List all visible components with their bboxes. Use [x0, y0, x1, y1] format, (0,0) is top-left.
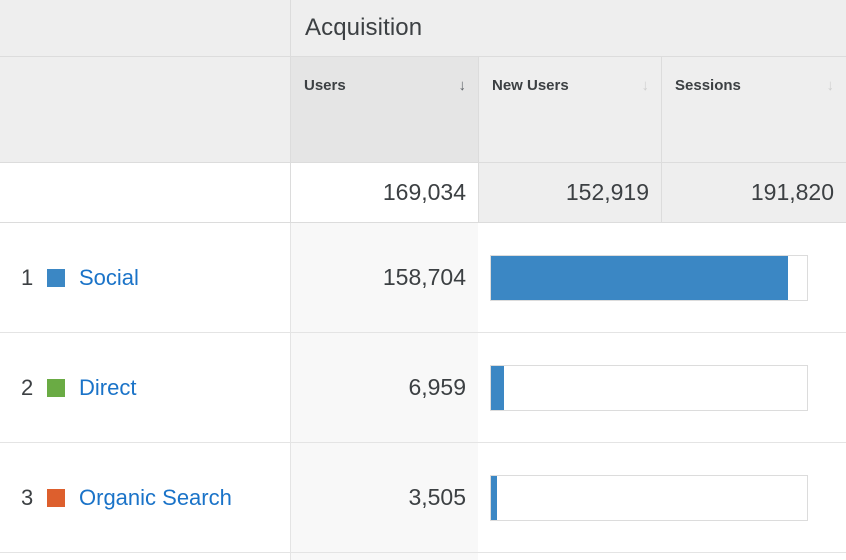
bar-track — [490, 474, 808, 521]
column-header-row: Users ↓ New Users ↓ Sessions ↓ — [0, 57, 846, 162]
row-rank: 1 — [21, 264, 34, 290]
bar-fill — [491, 475, 498, 520]
dimension-cell: 3 Organic Search — [0, 443, 291, 552]
totals-new-users-value: 152,919 — [478, 163, 661, 222]
sort-descending-arrow-icon-sessions[interactable]: ↓ — [827, 77, 835, 95]
dimension-link[interactable]: Organic Search — [79, 485, 232, 511]
column-header-users-label: Users — [304, 77, 346, 94]
bar-fill — [491, 255, 789, 300]
column-header-sessions-label: Sessions — [675, 77, 741, 94]
users-value-cell: 6,959 — [291, 333, 478, 442]
column-header-users[interactable]: Users ↓ — [291, 57, 478, 162]
dimension-cell: 2 Direct — [0, 333, 291, 442]
bar-track — [490, 364, 808, 411]
series-color-swatch — [47, 488, 65, 507]
sort-descending-arrow-icon-users[interactable]: ↓ — [459, 77, 467, 95]
users-value-cell: 158,704 — [291, 223, 478, 332]
bar-fill — [491, 365, 504, 410]
dimension-cell — [0, 553, 291, 560]
dimension-column-header — [0, 57, 291, 162]
dimension-cell: 1 Social — [0, 223, 291, 332]
column-header-new-users[interactable]: New Users ↓ — [478, 57, 661, 162]
acquisition-report-table: Acquisition Users ↓ New Users ↓ Sessions… — [0, 0, 846, 560]
users-bar-cell — [478, 223, 846, 332]
column-header-new-users-label: New Users — [492, 77, 569, 94]
series-color-swatch — [47, 378, 65, 397]
table-row: 1 Social 158,704 — [0, 223, 846, 333]
users-value-cell: 3,505 — [291, 443, 478, 552]
dimension-group-header-cell — [0, 0, 291, 57]
users-bar-cell — [478, 553, 846, 560]
column-group-header-row: Acquisition — [0, 0, 846, 57]
row-rank: 2 — [21, 374, 34, 400]
acquisition-group-title: Acquisition — [305, 14, 423, 41]
dimension-link[interactable]: Social — [79, 265, 139, 291]
totals-row: 169,034 152,919 191,820 — [0, 162, 846, 223]
row-rank: 3 — [21, 484, 34, 510]
totals-dimension-cell — [0, 163, 291, 222]
series-color-swatch — [47, 268, 65, 287]
table-row: 3 Organic Search 3,505 — [0, 443, 846, 553]
totals-sessions-value: 191,820 — [661, 163, 846, 222]
column-header-sessions[interactable]: Sessions ↓ — [661, 57, 846, 162]
users-bar-cell — [478, 333, 846, 442]
bar-track — [490, 254, 808, 301]
table-row: 2 Direct 6,959 — [0, 333, 846, 443]
totals-users-value: 169,034 — [291, 163, 478, 222]
acquisition-group-header-cell: Acquisition — [291, 0, 846, 57]
table-row-partial — [0, 553, 846, 560]
sort-descending-arrow-icon-new-users[interactable]: ↓ — [642, 77, 650, 95]
dimension-link[interactable]: Direct — [79, 375, 136, 401]
users-bar-cell — [478, 443, 846, 552]
users-value-cell — [291, 553, 478, 560]
